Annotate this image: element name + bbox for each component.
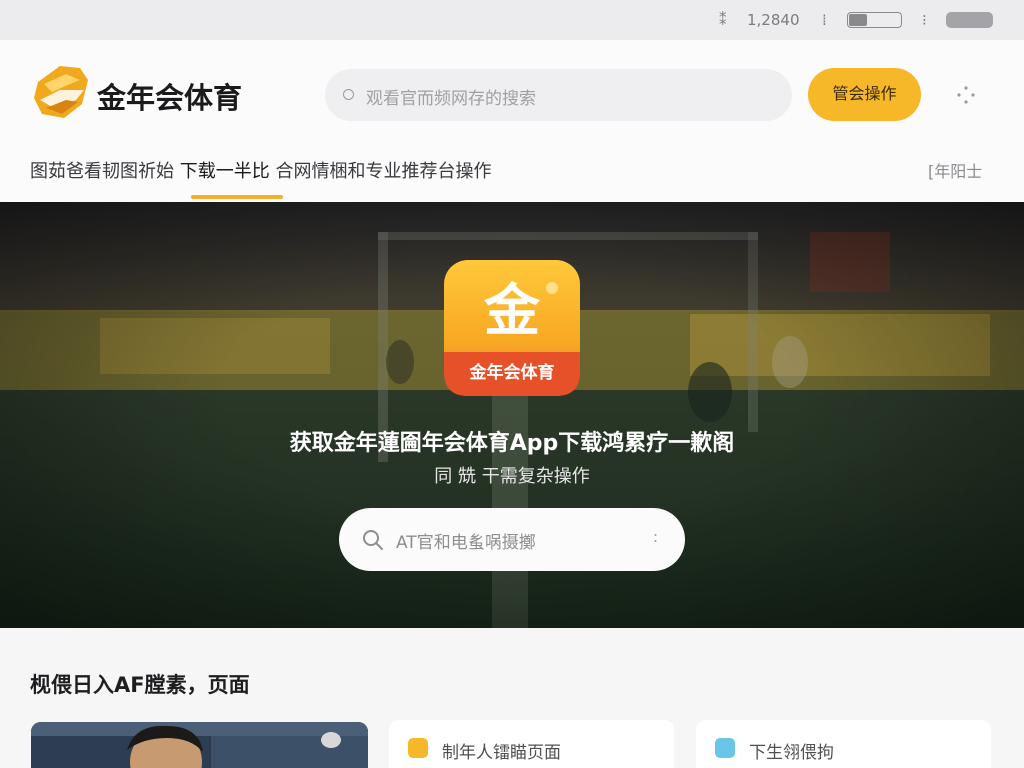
more-options-icon[interactable] bbox=[955, 84, 977, 106]
hero-subtitle: 同 兟 干需复杂操作 bbox=[434, 466, 590, 487]
status-bar: ⁑ 1,2840 ⁞ ⁝ bbox=[0, 0, 1024, 40]
feature-card-2[interactable]: 下生翎偎拘 bbox=[696, 720, 991, 768]
feature-card-label: 制年人镭瞄页面 bbox=[442, 743, 561, 763]
voice-search-icon[interactable]: : bbox=[653, 528, 658, 546]
search-input[interactable]: 观看官而频网存的搜索 bbox=[325, 69, 792, 121]
app-header: 金年会体育 观看官而频网存的搜索 管会操作 图茹爸看韧图祈始 下载一半比 合网情… bbox=[0, 40, 1024, 202]
feature-card-1[interactable]: 制年人镭瞄页面 bbox=[389, 720, 674, 768]
search-placeholder: 观看官而频网存的搜索 bbox=[366, 89, 536, 109]
battery-level bbox=[849, 14, 867, 26]
content-section: 枧偎日入AF膛素，页面 制年人镭瞄页面 下生翎偎拘 bbox=[0, 628, 1024, 768]
featured-photo-card[interactable] bbox=[31, 722, 368, 768]
brand-logo-icon bbox=[34, 66, 88, 118]
status-small-icon: ⁝ bbox=[922, 11, 927, 29]
action-button[interactable]: 管会操作 bbox=[808, 68, 921, 121]
status-time: 1,2840 bbox=[747, 11, 800, 29]
hero-banner: 金 金年会体育 获取金年蓮圇年会体育App下载鸿累疗一歉阁 同 兟 干需复杂操作… bbox=[0, 202, 1024, 628]
nav-active-tab[interactable]: 下载一半比 bbox=[180, 161, 276, 182]
nav-prefix[interactable]: 图茹爸看韧图祈始 bbox=[30, 161, 180, 182]
search-icon bbox=[363, 530, 383, 550]
search-icon bbox=[343, 89, 354, 100]
status-indicator-icon: ⁞ bbox=[822, 11, 827, 29]
hero-search-input[interactable]: AT官和电蚃㖞摄擲 : bbox=[339, 508, 685, 571]
battery-icon bbox=[847, 12, 902, 28]
hero-title: 获取金年蓮圇年会体育App下载鸿累疗一歉阁 bbox=[289, 431, 735, 456]
section-title: 枧偎日入AF膛素，页面 bbox=[30, 673, 250, 697]
brand-name: 金年会体育 bbox=[97, 81, 243, 115]
signal-icon: ⁑ bbox=[719, 11, 727, 29]
card-info-icon bbox=[715, 738, 735, 758]
active-tab-indicator bbox=[191, 195, 283, 199]
app-icon: 金 金年会体育 bbox=[444, 260, 580, 396]
hero-search-placeholder: AT官和电蚃㖞摄擲 bbox=[396, 533, 536, 553]
app-page: ⁑ 1,2840 ⁞ ⁝ 金年会体育 观看官而频网存的搜索 管会操作 图茹爸看韧… bbox=[0, 0, 1024, 768]
app-icon-glyph: 金 bbox=[483, 279, 541, 344]
nav-suffix[interactable]: 合网情梱和专业推荐台操作 bbox=[275, 161, 491, 182]
player-photo-image bbox=[31, 722, 368, 768]
card-app-icon bbox=[408, 738, 428, 758]
feature-card-label: 下生翎偎拘 bbox=[749, 743, 834, 763]
nav-tabs: 图茹爸看韧图祈始 下载一半比 合网情梱和专业推荐台操作 bbox=[30, 157, 491, 183]
status-pill-icon bbox=[946, 12, 993, 28]
app-icon-label: 金年会体育 bbox=[469, 362, 555, 383]
nav-right-link[interactable]: [年阳士 bbox=[928, 158, 982, 182]
